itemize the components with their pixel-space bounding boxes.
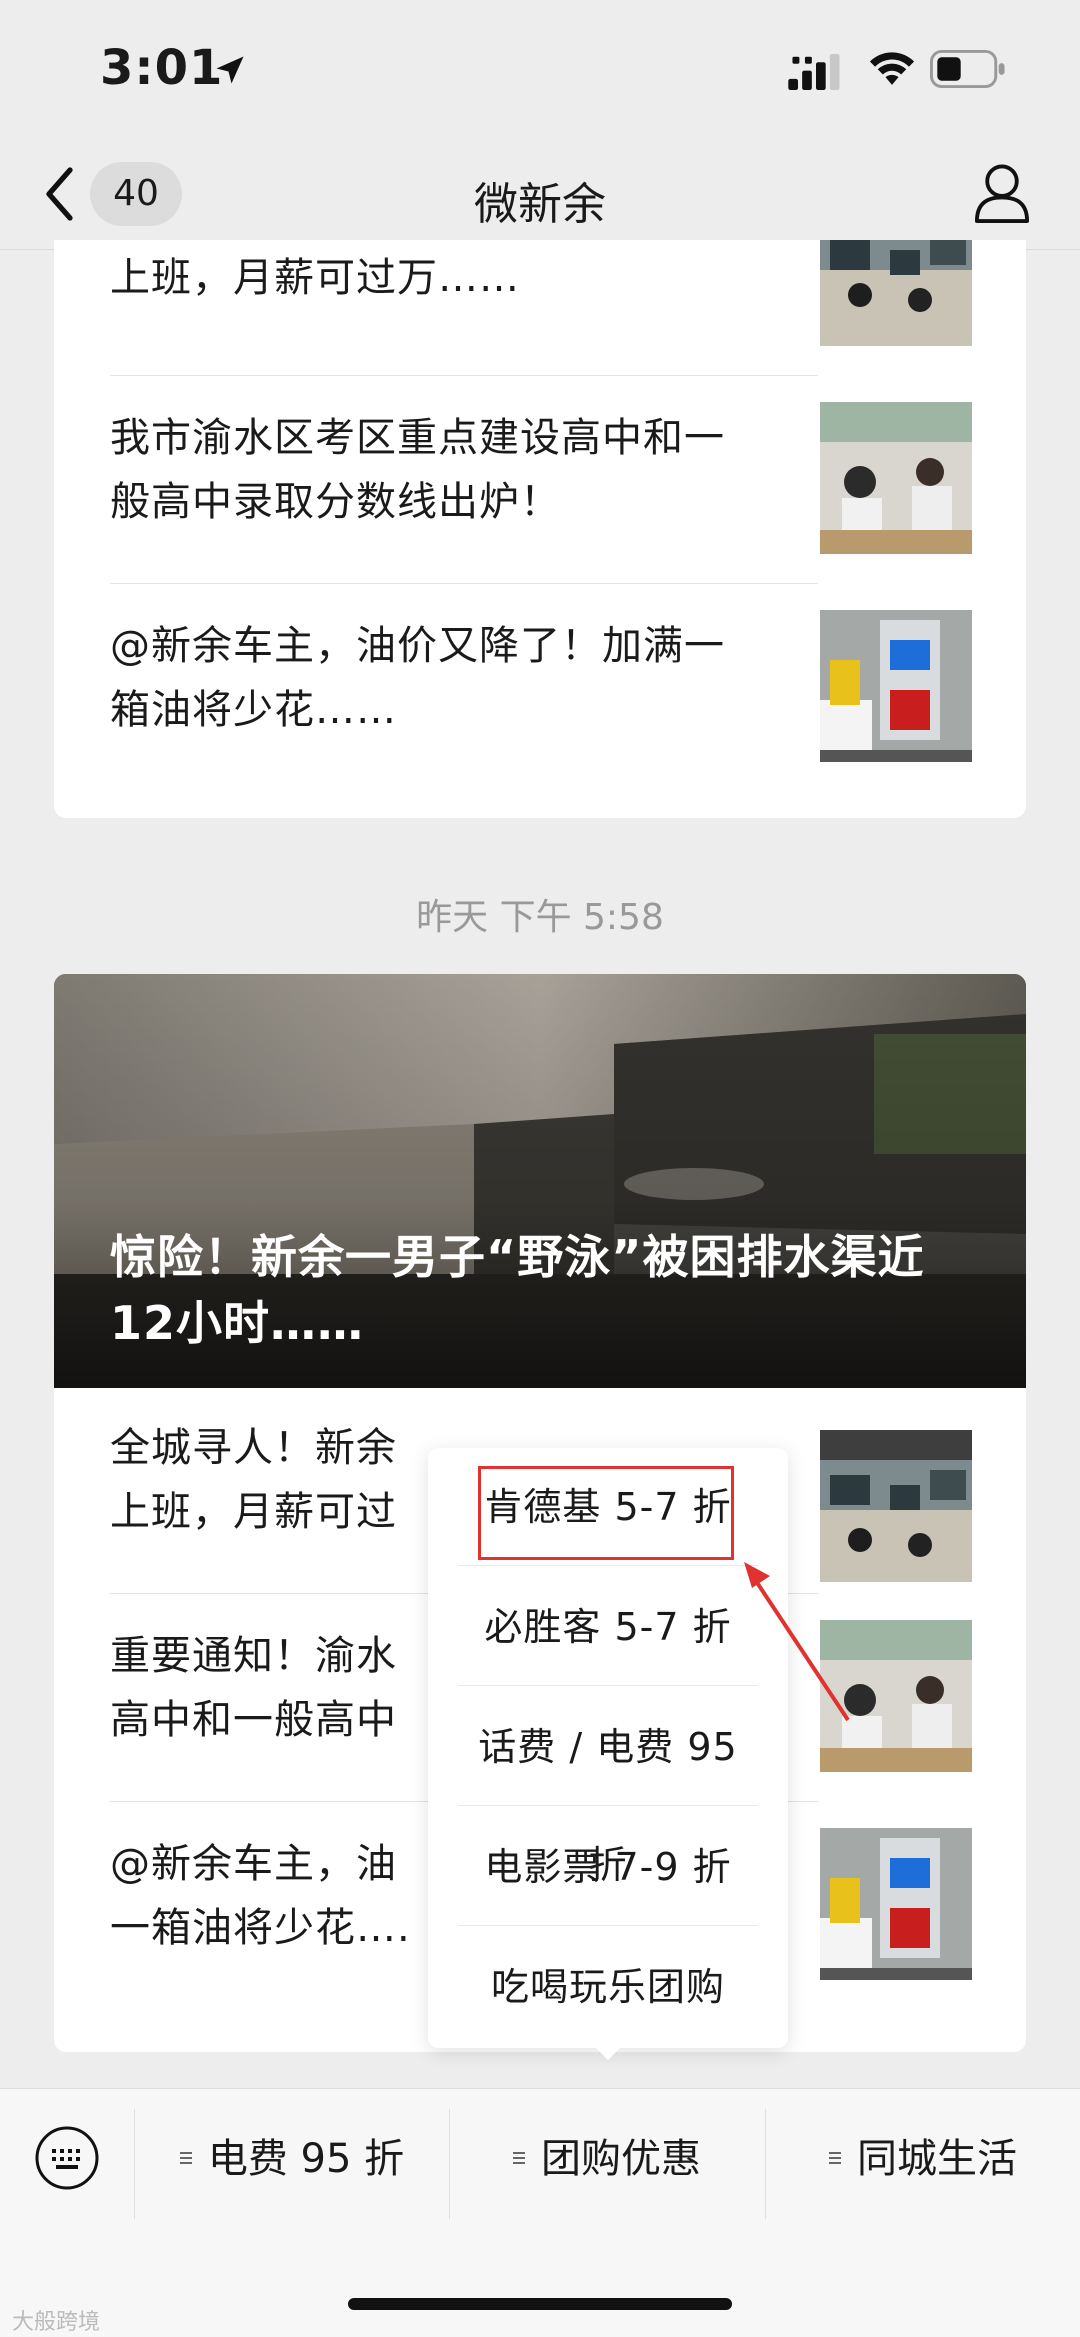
wifi-icon — [869, 52, 915, 85]
article-thumbnail — [820, 240, 972, 346]
cover-image[interactable]: 惊险！新余一男子“野泳”被困排水渠近12小时…… — [54, 974, 1026, 1388]
home-indicator[interactable] — [348, 2298, 732, 2310]
submenu-item-phone-bill[interactable]: 话费 / 电费 95 折 — [458, 1688, 758, 1887]
menu-lines-icon — [513, 2152, 525, 2164]
menu-divider — [134, 2109, 135, 2219]
article-title: 我市渝水区考区重点建设高中和一般高中录取分数线出炉！ — [110, 415, 725, 525]
profile-icon[interactable] — [972, 162, 1032, 224]
submenu-item-group-buy[interactable]: 吃喝玩乐团购 — [458, 1928, 758, 2046]
signal-icon — [788, 54, 840, 90]
article-thumbnail — [820, 402, 972, 554]
keyboard-icon[interactable] — [34, 2125, 100, 2191]
article-title: 上班，月薪可过万…… — [110, 255, 520, 301]
article-thumbnail — [820, 1828, 972, 1980]
divider — [110, 583, 818, 584]
menu-item-group-buy[interactable]: 团购优惠 — [450, 2119, 764, 2199]
menu-lines-icon — [179, 2152, 192, 2164]
list-item[interactable]: 上班，月薪可过万…… — [110, 240, 972, 376]
page-title: 微新余 — [474, 179, 606, 230]
article-thumbnail — [820, 610, 972, 762]
list-item[interactable]: @新余车主，油价又降了！加满一箱油将少花…… — [110, 586, 972, 792]
nav-bar: 40 微新余 — [0, 140, 1080, 250]
list-item[interactable]: 我市渝水区考区重点建设高中和一般高中录取分数线出炉！ — [110, 378, 972, 584]
cover-title: 惊险！新余一男子“野泳”被困排水渠近12小时…… — [110, 1230, 925, 1350]
annotation-arrow-icon — [744, 1562, 850, 1722]
highlight-box — [478, 1466, 734, 1560]
popup-pointer — [594, 2046, 622, 2060]
status-bar: 3:01 — [0, 0, 1080, 140]
submenu-item-movie-ticket[interactable]: 电影票 7-9 折 — [458, 1808, 758, 1926]
article-title: @新余车主，油价又降了！加满一箱油将少花…… — [110, 623, 725, 733]
location-arrow-icon — [216, 56, 244, 84]
status-time: 3:01 — [100, 40, 224, 96]
battery-icon — [930, 50, 1005, 88]
watermark: 大般跨境 — [12, 2310, 101, 2335]
message-timestamp: 昨天 下午 5:58 — [416, 897, 664, 938]
menu-item-city-life[interactable]: 同城生活 — [766, 2119, 1080, 2199]
divider — [110, 375, 818, 376]
submenu-item-pizzahut[interactable]: 必胜客 5-7 折 — [458, 1568, 758, 1686]
menu-lines-icon — [829, 2152, 841, 2164]
menu-item-electricity[interactable]: 电费 95 折 — [136, 2119, 448, 2199]
article-group-card: 上班，月薪可过万…… 我市渝水区考区重点建设高中和一般高中录取分数线出炉！ @新… — [54, 240, 1026, 818]
